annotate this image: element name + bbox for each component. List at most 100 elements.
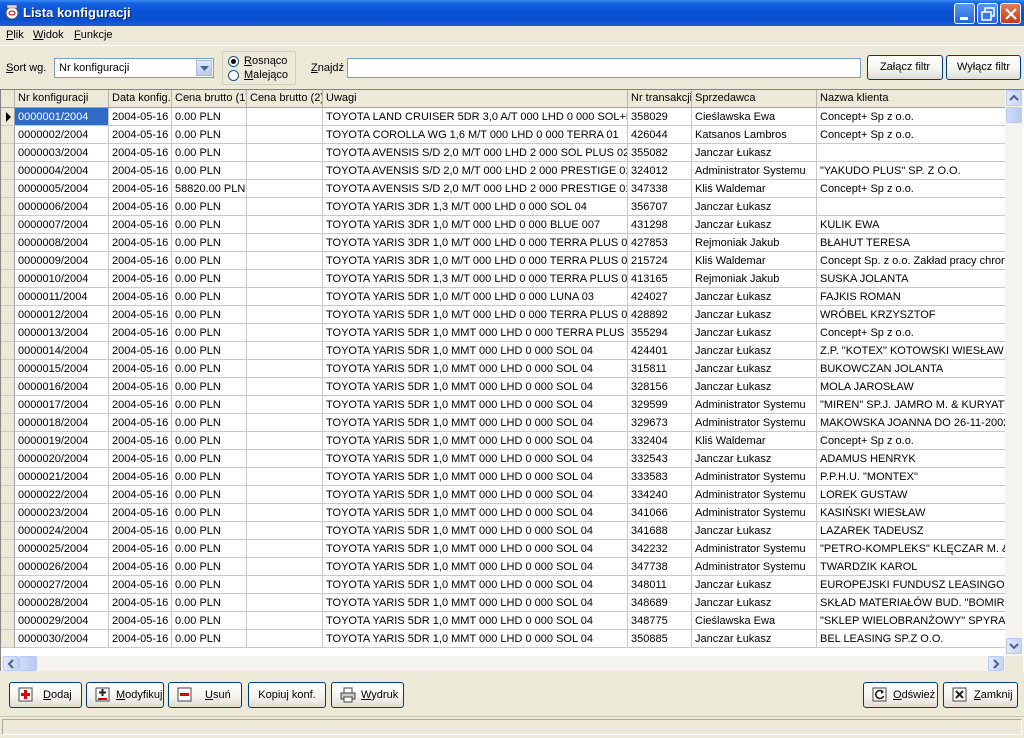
table-cell[interactable]: 0000015/2004	[15, 360, 109, 378]
table-cell[interactable]: TOYOTA YARIS 3DR 1,0 M/T 000 LHD 0 000 B…	[323, 216, 628, 234]
menu-widok[interactable]: Widok	[33, 29, 64, 41]
row-indicator[interactable]	[1, 342, 15, 360]
table-cell[interactable]: 2004-05-16	[109, 630, 172, 648]
table-row[interactable]: 0000007/2004 2004-05-16 0.00 PLN TOYOTA YAR…	[1, 216, 1007, 234]
table-cell[interactable]: Cieślawska Ewa	[692, 612, 817, 630]
table-cell[interactable]: 2004-05-16	[109, 108, 172, 126]
table-cell[interactable]: 0.00 PLN	[172, 396, 247, 414]
table-cell[interactable]: 348011	[628, 576, 692, 594]
table-row[interactable]: 0000004/2004 2004-05-16 0.00 PLN TOYOTA AVE…	[1, 162, 1007, 180]
table-row[interactable]: 0000002/2004 2004-05-16 0.00 PLN TOYOTA COR…	[1, 126, 1007, 144]
table-cell[interactable]	[247, 306, 323, 324]
table-cell[interactable]: SUSKA JOLANTA	[817, 270, 1007, 288]
table-cell[interactable]: TOYOTA YARIS 5DR 1,0 MMT 000 LHD 0 000 S…	[323, 432, 628, 450]
table-cell[interactable]: 0.00 PLN	[172, 414, 247, 432]
table-cell[interactable]	[247, 108, 323, 126]
refresh-button[interactable]: Odśwież	[863, 682, 938, 708]
table-cell[interactable]	[247, 162, 323, 180]
table-cell[interactable]: TOYOTA YARIS 5DR 1,0 MMT 000 LHD 0 000 S…	[323, 414, 628, 432]
table-cell[interactable]: LAZAREK TADEUSZ	[817, 522, 1007, 540]
table-cell[interactable]: Janczar Łukasz	[692, 594, 817, 612]
title-bar[interactable]: Lista konfiguracji	[0, 0, 1024, 26]
table-cell[interactable]	[247, 486, 323, 504]
table-cell[interactable]: Janczar Łukasz	[692, 198, 817, 216]
table-cell[interactable]: TOYOTA YARIS 5DR 1,0 MMT 000 LHD 0 000 T…	[323, 324, 628, 342]
table-cell[interactable]: 0000025/2004	[15, 540, 109, 558]
row-indicator[interactable]	[1, 162, 15, 180]
table-cell[interactable]: 0.00 PLN	[172, 306, 247, 324]
table-cell[interactable]: TOYOTA YARIS 5DR 1,0 MMT 000 LHD 0 000 S…	[323, 576, 628, 594]
table-cell[interactable]	[247, 252, 323, 270]
table-cell[interactable]: Kliś Waldemar	[692, 180, 817, 198]
table-cell[interactable]: 356707	[628, 198, 692, 216]
table-cell[interactable]: 2004-05-16	[109, 522, 172, 540]
table-cell[interactable]: 2004-05-16	[109, 288, 172, 306]
table-cell[interactable]	[817, 144, 1007, 162]
table-cell[interactable]: Z.P. "KOTEX" KOTOWSKI WIESŁAW	[817, 342, 1007, 360]
table-cell[interactable]: TOYOTA YARIS 5DR 1,0 MMT 000 LHD 0 000 S…	[323, 630, 628, 648]
table-cell[interactable]: TOYOTA YARIS 5DR 1,0 MMT 000 LHD 0 000 S…	[323, 522, 628, 540]
horizontal-scrollbar[interactable]	[1, 656, 1005, 671]
table-cell[interactable]: SKŁAD MATERIAŁÓW BUD. "BOMIREX"	[817, 594, 1007, 612]
table-cell[interactable]: "PETRO-KOMPLEKS" KLĘCZAR M. & S.	[817, 540, 1007, 558]
table-cell[interactable]: Rejmoniak Jakub	[692, 234, 817, 252]
sort-select[interactable]: Nr konfiguracji	[54, 58, 214, 78]
menu-plik[interactable]: Plik	[6, 29, 24, 41]
table-cell[interactable]: "SKLEP WIELOBRANŻOWY" SPYRA	[817, 612, 1007, 630]
row-indicator[interactable]	[1, 594, 15, 612]
row-indicator[interactable]	[1, 180, 15, 198]
row-indicator[interactable]	[1, 486, 15, 504]
table-cell[interactable]: 0.00 PLN	[172, 378, 247, 396]
row-indicator[interactable]	[1, 270, 15, 288]
copy-config-button[interactable]: Kopiuj konf.	[248, 682, 326, 708]
table-cell[interactable]: 0.00 PLN	[172, 486, 247, 504]
table-cell[interactable]	[247, 522, 323, 540]
minimize-button[interactable]	[954, 3, 975, 24]
apply-filter-button[interactable]: Załącz filtr	[867, 55, 943, 80]
table-cell[interactable]: 341688	[628, 522, 692, 540]
table-cell[interactable]: 315811	[628, 360, 692, 378]
table-cell[interactable]: Janczar Łukasz	[692, 342, 817, 360]
table-cell[interactable]	[247, 630, 323, 648]
table-row[interactable]: 0000030/2004 2004-05-16 0.00 PLN TOYOTA YAR…	[1, 630, 1007, 648]
table-cell[interactable]: Concept+ Sp z o.o.	[817, 108, 1007, 126]
table-row[interactable]: 0000005/2004 2004-05-16 58820.00 PLN TOYOTA…	[1, 180, 1007, 198]
table-cell[interactable]: TOYOTA YARIS 5DR 1,0 MMT 000 LHD 0 000 S…	[323, 612, 628, 630]
radio-ascending[interactable]: Rosnąco	[228, 55, 294, 68]
table-cell[interactable]: Concept Sp. z o.o. Zakład pracy chronion…	[817, 252, 1007, 270]
table-cell[interactable]	[247, 450, 323, 468]
table-cell[interactable]: Administrator Systemu	[692, 162, 817, 180]
table-cell[interactable]: 431298	[628, 216, 692, 234]
scroll-up-button[interactable]	[1006, 90, 1022, 106]
table-cell[interactable]: 2004-05-16	[109, 144, 172, 162]
column-header[interactable]: Nr transakcji	[628, 90, 692, 108]
scroll-left-button[interactable]	[3, 656, 19, 671]
scroll-right-button[interactable]	[988, 656, 1004, 671]
row-indicator[interactable]	[1, 504, 15, 522]
table-cell[interactable]: 347338	[628, 180, 692, 198]
table-cell[interactable]: TOYOTA YARIS 5DR 1,0 MMT 000 LHD 0 000 S…	[323, 540, 628, 558]
table-cell[interactable]: 348775	[628, 612, 692, 630]
table-cell[interactable]: 2004-05-16	[109, 342, 172, 360]
table-cell[interactable]: 2004-05-16	[109, 234, 172, 252]
table-cell[interactable]: 332543	[628, 450, 692, 468]
table-cell[interactable]	[247, 288, 323, 306]
table-cell[interactable]: Janczar Łukasz	[692, 630, 817, 648]
table-cell[interactable]: 355082	[628, 144, 692, 162]
table-cell[interactable]	[247, 144, 323, 162]
table-cell[interactable]: 0.00 PLN	[172, 126, 247, 144]
table-cell[interactable]: 424027	[628, 288, 692, 306]
close-window-button[interactable]	[1000, 3, 1021, 24]
table-cell[interactable]: 0000003/2004	[15, 144, 109, 162]
table-cell[interactable]: 0000007/2004	[15, 216, 109, 234]
table-row[interactable]: 0000023/2004 2004-05-16 0.00 PLN TOYOTA YAR…	[1, 504, 1007, 522]
table-cell[interactable]: 0000029/2004	[15, 612, 109, 630]
table-cell[interactable]: 2004-05-16	[109, 594, 172, 612]
row-indicator[interactable]	[1, 306, 15, 324]
table-row[interactable]: 0000016/2004 2004-05-16 0.00 PLN TOYOTA YAR…	[1, 378, 1007, 396]
table-cell[interactable]	[247, 612, 323, 630]
table-cell[interactable]	[247, 414, 323, 432]
table-row[interactable]: 0000027/2004 2004-05-16 0.00 PLN TOYOTA YAR…	[1, 576, 1007, 594]
table-row[interactable]: 0000018/2004 2004-05-16 0.00 PLN TOYOTA YAR…	[1, 414, 1007, 432]
row-indicator[interactable]	[1, 234, 15, 252]
